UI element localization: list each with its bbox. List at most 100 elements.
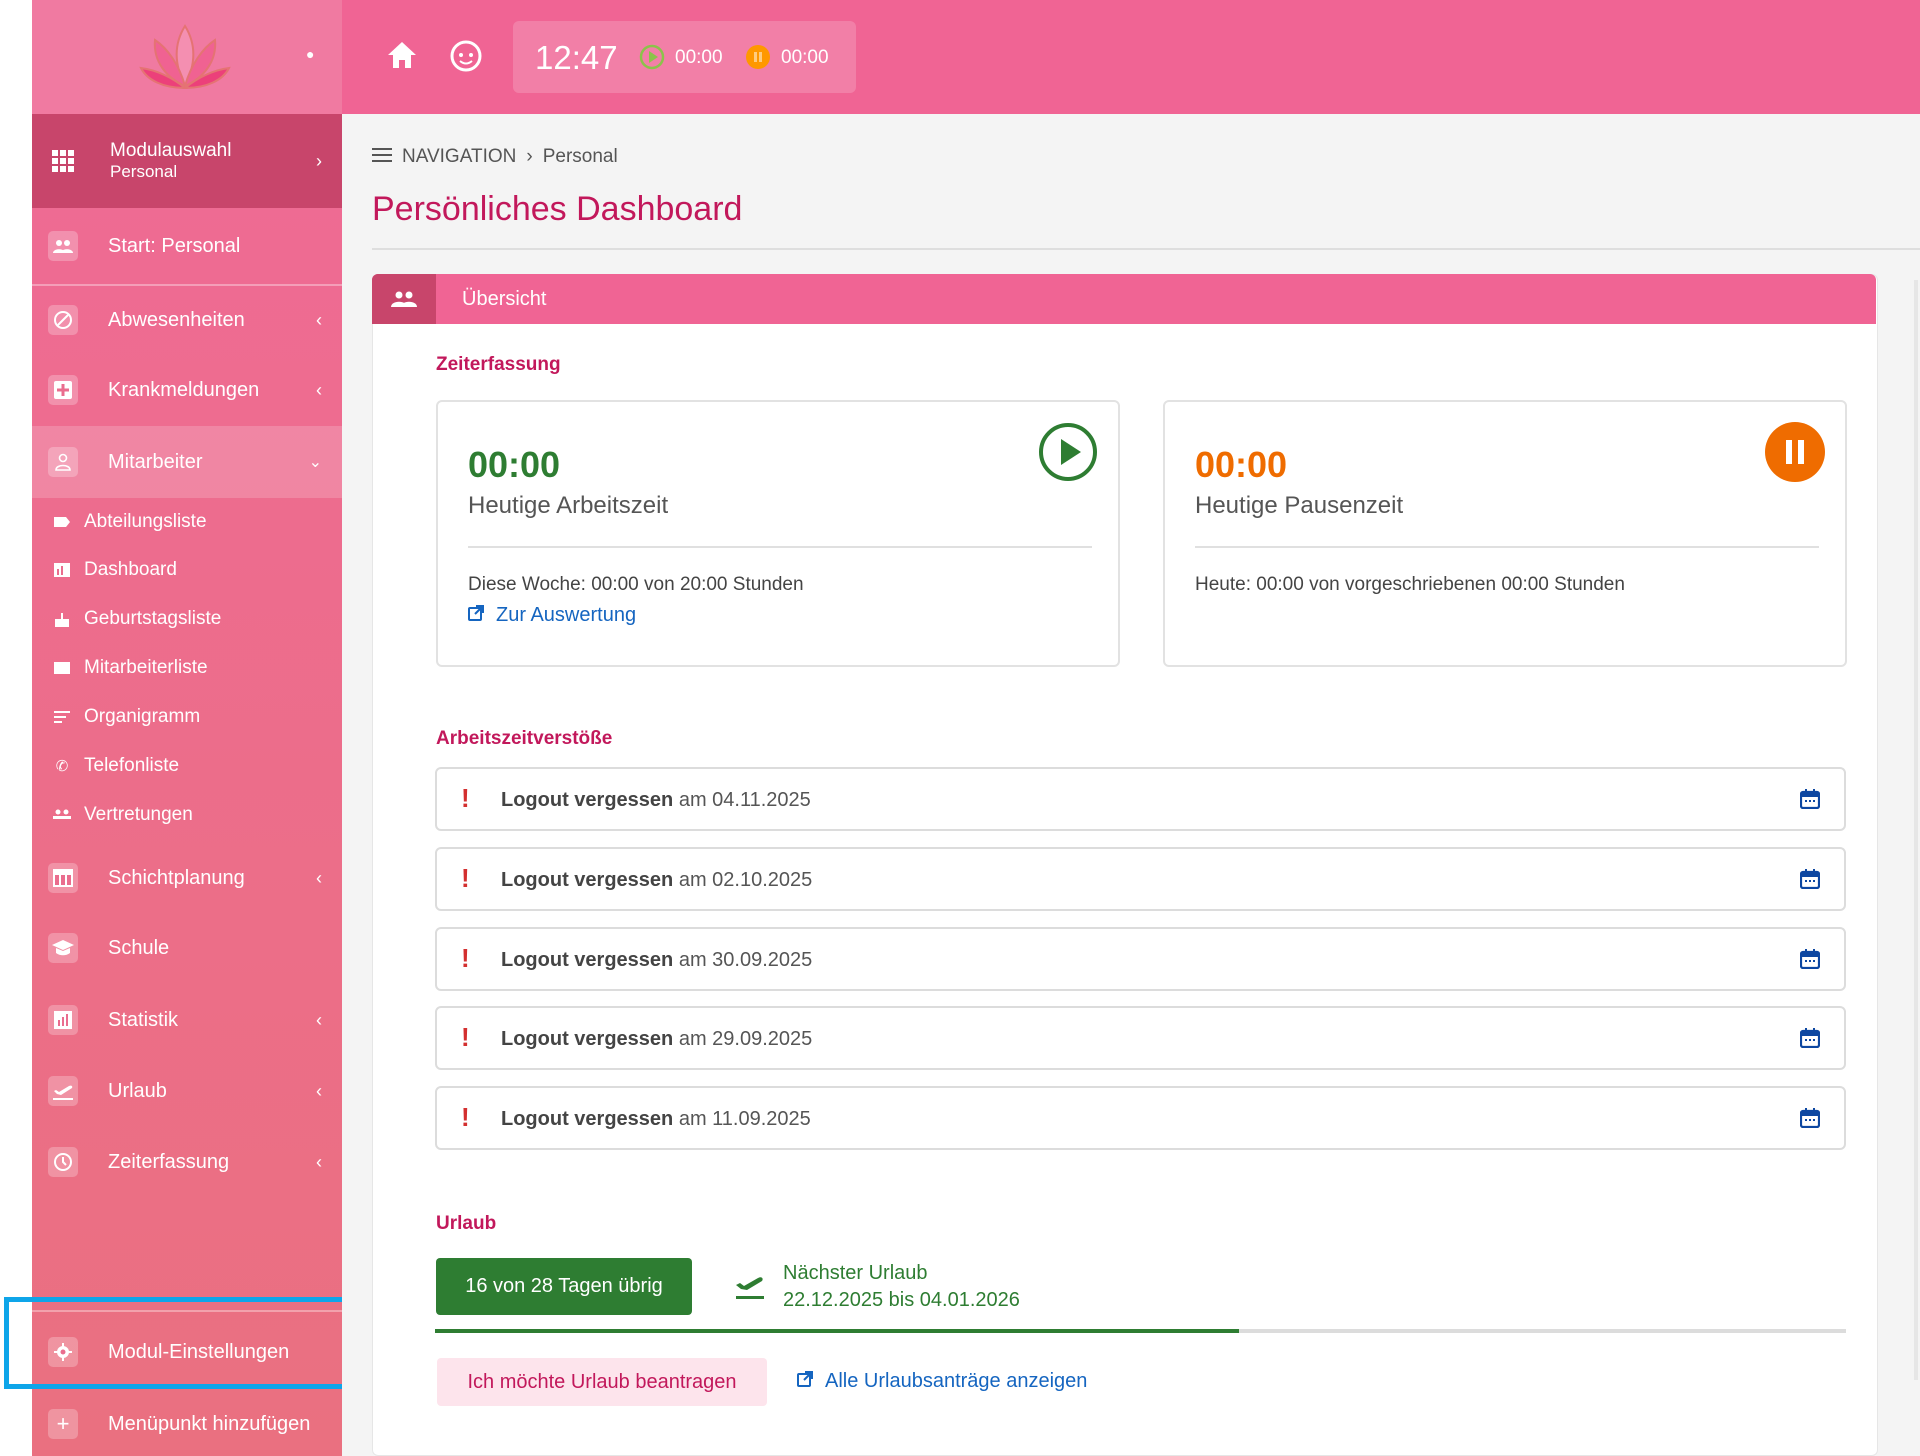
calendar-icon[interactable]: [1799, 949, 1821, 974]
pause-button[interactable]: [1765, 422, 1825, 487]
clock-text: 12:47: [535, 39, 618, 76]
next-vacation-range: 22.12.2025 bis 04.01.2026: [783, 1289, 1020, 1311]
cake-icon: [52, 612, 72, 627]
violation-type: Logout vergessen: [501, 869, 674, 891]
violation-row[interactable]: ! Logout vergessen am 04.11.2025: [435, 767, 1846, 831]
list-icon: [52, 661, 72, 675]
all-vacation-requests-link[interactable]: Alle Urlaubsanträge anzeigen: [797, 1370, 1087, 1393]
sidebar-subitem-label: Dashboard: [84, 559, 177, 580]
sidebar-item-label: Mitarbeiter: [108, 450, 203, 473]
sidebar-item-zeiterfassung[interactable]: Zeiterfassung ‹: [32, 1130, 342, 1194]
sidebar-item-statistik[interactable]: Statistik ‹: [32, 988, 342, 1052]
sidebar-subitem-label: Mitarbeiterliste: [84, 657, 208, 678]
play-button[interactable]: [1038, 422, 1098, 487]
sidebar-subitem-vertretungen[interactable]: Vertretungen: [52, 799, 193, 831]
sidebar-subitem-label: Vertretungen: [84, 804, 193, 825]
label-icon: [52, 515, 72, 529]
scrollbar[interactable]: [1914, 280, 1918, 1380]
sidebar-item-label: Krankmeldungen: [108, 378, 260, 401]
sidebar-item-schule[interactable]: Schule: [32, 916, 342, 980]
calendar-icon[interactable]: [1799, 869, 1821, 894]
sidebar-item-abwesenheiten[interactable]: Abwesenheiten ‹: [32, 288, 342, 352]
today-summary: Heute: 00:00 von vorgeschriebenen 00:00 …: [1195, 574, 1625, 595]
violation-type: Logout vergessen: [501, 949, 674, 971]
plus-icon: +: [48, 1409, 78, 1439]
exclamation-icon: !: [461, 943, 470, 973]
evaluation-link-label: Zur Auswertung: [496, 604, 637, 626]
work-time-label: Heutige Arbeitszeit: [468, 492, 669, 519]
block-icon: [48, 305, 78, 335]
chevron-left-icon: ‹: [316, 379, 322, 400]
breadcrumb-current: Personal: [542, 146, 618, 167]
sidebar-subitem-abteilungsliste[interactable]: Abteilungsliste: [52, 506, 207, 538]
chevron-left-icon: ‹: [316, 1080, 322, 1101]
violation-row[interactable]: ! Logout vergessen am 11.09.2025: [435, 1086, 1846, 1150]
divider: [32, 284, 342, 286]
home-icon[interactable]: [386, 40, 418, 75]
violation-date: am 30.09.2025: [678, 949, 813, 971]
sidebar-item-start-personal[interactable]: Start: Personal: [32, 212, 342, 280]
panel-header: Übersicht: [372, 274, 1876, 324]
people-icon: [48, 231, 78, 261]
calendar-icon[interactable]: [1799, 1028, 1821, 1053]
evaluation-link[interactable]: Zur Auswertung: [468, 604, 636, 627]
table-icon: [48, 863, 78, 893]
vacation-progress-fill: [435, 1329, 1240, 1333]
sidebar-subitem-label: Geburtstagsliste: [84, 608, 222, 629]
hierarchy-icon: [52, 710, 72, 724]
sidebar-subitem-geburtstagsliste[interactable]: Geburtstagsliste: [52, 603, 221, 635]
external-link-icon: [797, 1370, 813, 1393]
lotus-logo: [139, 24, 231, 90]
calendar-icon[interactable]: [1799, 1108, 1821, 1133]
breadcrumb-root[interactable]: NAVIGATION: [402, 146, 516, 168]
dashboard-icon: [52, 563, 72, 577]
violation-row[interactable]: ! Logout vergessen am 30.09.2025: [435, 927, 1846, 991]
pin-icon[interactable]: ●: [306, 46, 314, 62]
module-title: Modulauswahl: [110, 140, 232, 161]
work-timer-text: 00:00: [675, 47, 723, 68]
sidebar-item-label: Abwesenheiten: [108, 308, 245, 331]
sidebar-subitem-organigramm[interactable]: Organigramm: [52, 701, 200, 733]
face-icon[interactable]: [450, 40, 482, 77]
work-timer-icon: [639, 44, 665, 75]
break-timer-text: 00:00: [781, 47, 829, 68]
sidebar-item-label: Urlaub: [108, 1079, 167, 1102]
calendar-icon[interactable]: [1799, 789, 1821, 814]
sidebar-item-label: Menüpunkt hinzufügen: [108, 1412, 311, 1435]
highlight-box: [4, 1297, 386, 1389]
request-vacation-button[interactable]: Ich möchte Urlaub beantragen: [437, 1358, 767, 1406]
time-widget[interactable]: 12:47 00:00 00:00: [513, 21, 856, 93]
chart-icon: [48, 1005, 78, 1035]
sidebar-item-schichtplanung[interactable]: Schichtplanung ‹: [32, 846, 342, 910]
chevron-left-icon: ‹: [316, 867, 322, 888]
work-time-value: 00:00: [468, 444, 561, 485]
exclamation-icon: !: [461, 1102, 470, 1132]
sidebar-subitem-mitarbeiterliste[interactable]: Mitarbeiterliste: [52, 652, 208, 684]
sidebar-subitem-telefonliste[interactable]: ✆ Telefonliste: [52, 750, 179, 782]
menu-icon[interactable]: [372, 146, 392, 168]
people-icon: [372, 274, 436, 324]
violation-date: am 04.11.2025: [678, 789, 811, 811]
sidebar-item-urlaub[interactable]: Urlaub ‹: [32, 1059, 342, 1123]
violation-row[interactable]: ! Logout vergessen am 29.09.2025: [435, 1006, 1846, 1070]
sidebar-item-menuepunkt-hinzufuegen[interactable]: + Menüpunkt hinzufügen: [32, 1392, 342, 1456]
exclamation-icon: !: [461, 1022, 470, 1052]
people-swap-icon: [52, 808, 72, 822]
topbar: 12:47 00:00 00:00: [342, 0, 1920, 114]
section-title-urlaub: Urlaub: [436, 1213, 497, 1234]
grid-icon: [48, 146, 78, 176]
week-summary: Diese Woche: 00:00 von 20:00 Stunden: [468, 574, 804, 595]
sidebar-item-mitarbeiter[interactable]: Mitarbeiter ⌄: [32, 426, 342, 498]
card-divider: [468, 546, 1092, 548]
all-vacation-requests-label: Alle Urlaubsanträge anzeigen: [825, 1370, 1088, 1392]
work-time-card: 00:00 Heutige Arbeitszeit Diese Woche: 0…: [436, 400, 1120, 667]
violation-text: Logout vergessen am 29.09.2025: [501, 1028, 812, 1051]
breadcrumb: NAVIGATION › Personal: [372, 146, 618, 168]
violation-row[interactable]: ! Logout vergessen am 02.10.2025: [435, 847, 1846, 911]
sidebar-item-krankmeldungen[interactable]: Krankmeldungen ‹: [32, 358, 342, 422]
clock-icon: [48, 1147, 78, 1177]
card-divider: [1195, 546, 1819, 548]
vacation-balance-badge: 16 von 28 Tagen übrig: [436, 1258, 692, 1315]
module-selector[interactable]: Modulauswahl Personal ›: [32, 114, 342, 208]
sidebar-subitem-dashboard[interactable]: Dashboard: [52, 554, 177, 586]
